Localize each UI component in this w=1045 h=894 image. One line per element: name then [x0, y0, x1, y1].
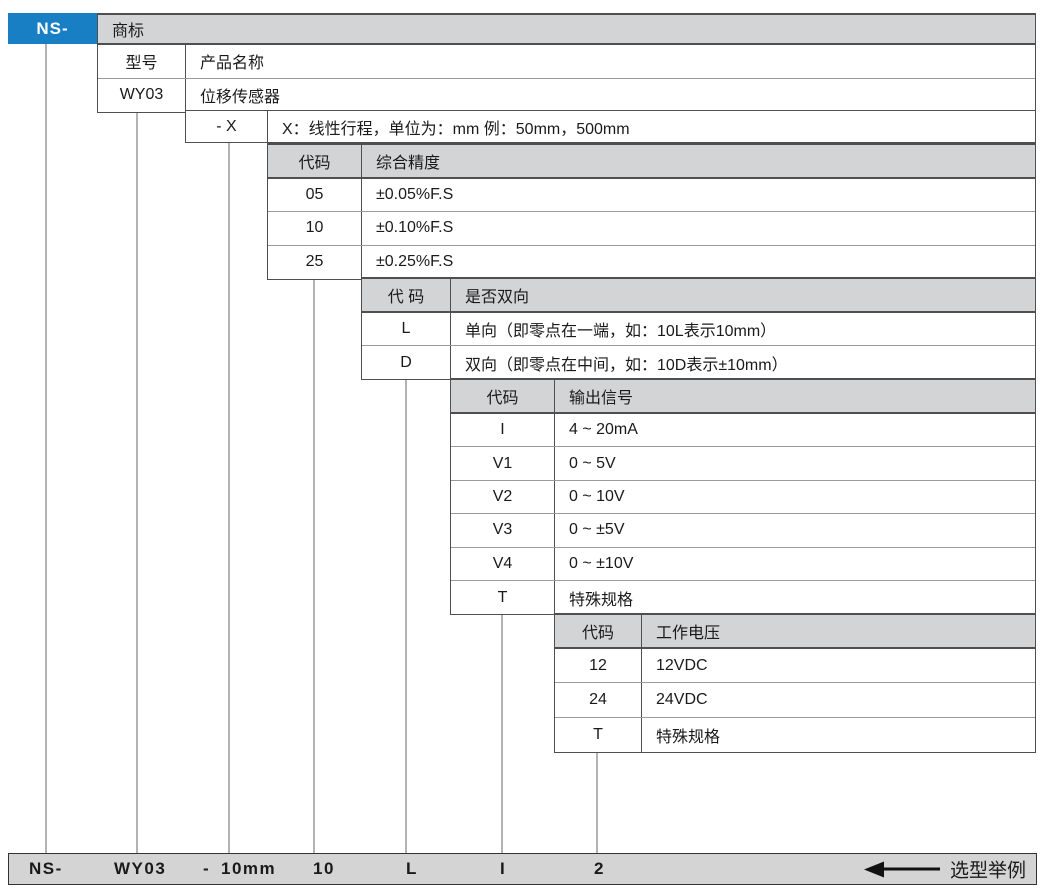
code-header: 代码 [268, 145, 362, 177]
connector-line-output [501, 612, 503, 853]
voltage-header: 工作电压 [642, 615, 1035, 647]
direction-header: 是否双向 [451, 279, 1035, 311]
table-row: WY03 位移传感器 [98, 79, 1035, 113]
accuracy-header: 综合精度 [362, 145, 1035, 177]
example-part-stroke: 10mm [221, 859, 276, 879]
code-cell: 12 [555, 649, 642, 682]
connector-line-model [136, 109, 138, 853]
example-part-direction: L [406, 859, 418, 879]
value-cell: ±0.10%F.S [362, 212, 1035, 244]
value-cell: 双向（即零点在中间，如：10D表示±10mm） [451, 346, 1035, 379]
code-cell: V2 [451, 481, 555, 513]
example-part-accuracy: 10 [313, 859, 335, 879]
value-cell: 特殊规格 [642, 718, 1035, 752]
code-cell: V4 [451, 548, 555, 580]
code-header: 代码 [555, 615, 642, 647]
example-part-model: WY03 [114, 859, 166, 879]
table-row: - X X：线性行程，单位为：mm 例：50mm，500mm [186, 111, 1035, 142]
value-cell: ±0.05%F.S [362, 179, 1035, 211]
value-cell: ±0.25%F.S [362, 246, 1035, 279]
product-name-cell: 位移传感器 [186, 79, 1035, 113]
table-row: 24 24VDC [555, 683, 1035, 717]
table-header-row: 代码 工作电压 [555, 615, 1035, 649]
connector-line-accuracy [313, 276, 315, 853]
output-header: 输出信号 [555, 380, 1035, 412]
table-row: D 双向（即零点在中间，如：10D表示±10mm） [362, 346, 1035, 379]
direction-table: 代 码 是否双向 L 单向（即零点在一端，如：10L表示10mm） D 双向（即… [361, 277, 1036, 380]
example-part-output: I [500, 859, 506, 879]
table-header-row: 代 码 是否双向 [362, 279, 1035, 313]
model-col-header: 型号 [98, 45, 186, 78]
name-col-header: 产品名称 [186, 45, 1035, 78]
code-cell: T [555, 718, 642, 752]
value-cell: 0 ~ 5V [555, 447, 1035, 479]
table-row: V1 0 ~ 5V [451, 447, 1035, 480]
table-row: 12 12VDC [555, 649, 1035, 683]
value-cell: 单向（即零点在一端，如：10L表示10mm） [451, 313, 1035, 345]
code-cell: I [451, 414, 555, 446]
value-cell: 4 ~ 20mA [555, 414, 1035, 446]
table-row: L 单向（即零点在一端，如：10L表示10mm） [362, 313, 1035, 346]
stroke-code-cell: - X [186, 111, 268, 142]
ordering-code-diagram: NS- 商标 型号 产品名称 WY03 位移传感器 - X X：线性行程，单位为… [0, 0, 1045, 894]
table-header-row: 代码 综合精度 [268, 145, 1035, 179]
connector-line-brand [45, 44, 47, 853]
example-part-prefix: NS- [29, 859, 63, 879]
code-header: 代 码 [362, 279, 451, 311]
brand-prefix-box: NS- [8, 13, 97, 44]
table-row: 型号 产品名称 [98, 45, 1035, 79]
connector-line-voltage [596, 750, 598, 853]
trademark-label: 商标 [112, 17, 144, 41]
code-cell: 24 [555, 683, 642, 716]
value-cell: 0 ~ ±10V [555, 548, 1035, 580]
table-row: 25 ±0.25%F.S [268, 246, 1035, 279]
connector-line-direction [405, 377, 407, 853]
stroke-desc-cell: X：线性行程，单位为：mm 例：50mm，500mm [268, 111, 1035, 142]
table-row: V2 0 ~ 10V [451, 481, 1035, 514]
table-row: V4 0 ~ ±10V [451, 548, 1035, 581]
trademark-cell: 商标 [97, 13, 1036, 44]
code-cell: D [362, 346, 451, 379]
value-cell: 0 ~ ±5V [555, 514, 1035, 546]
arrow-shaft [884, 868, 940, 871]
code-cell: 25 [268, 246, 362, 279]
code-cell: V3 [451, 514, 555, 546]
code-cell: 10 [268, 212, 362, 244]
code-header: 代码 [451, 380, 555, 412]
accuracy-table: 代码 综合精度 05 ±0.05%F.S 10 ±0.10%F.S 25 ±0.… [267, 143, 1036, 280]
connector-line-stroke [228, 142, 230, 853]
table-row: I 4 ~ 20mA [451, 414, 1035, 447]
table-row: 05 ±0.05%F.S [268, 179, 1035, 212]
voltage-table: 代码 工作电压 12 12VDC 24 24VDC T 特殊规格 [554, 613, 1036, 753]
model-code-cell: WY03 [98, 79, 186, 113]
selection-example-bar: NS- WY03 - 10mm 10 L I 2 选型举例 [8, 853, 1037, 885]
table-row: V3 0 ~ ±5V [451, 514, 1035, 547]
model-table: 型号 产品名称 WY03 位移传感器 [97, 43, 1036, 113]
output-signal-table: 代码 输出信号 I 4 ~ 20mA V1 0 ~ 5V V2 0 ~ 10V … [450, 378, 1036, 615]
code-cell: 05 [268, 179, 362, 211]
stroke-table: - X X：线性行程，单位为：mm 例：50mm，500mm [185, 110, 1036, 143]
value-cell: 24VDC [642, 683, 1035, 716]
left-arrow-icon [864, 861, 884, 877]
table-header-row: 代码 输出信号 [451, 380, 1035, 414]
example-label: 选型举例 [950, 856, 1026, 883]
example-pointer: 选型举例 [864, 856, 1026, 883]
table-row: T 特殊规格 [555, 718, 1035, 752]
example-part-voltage: 2 [594, 859, 605, 879]
code-cell: T [451, 581, 555, 614]
value-cell: 0 ~ 10V [555, 481, 1035, 513]
table-row: 10 ±0.10%F.S [268, 212, 1035, 245]
brand-prefix: NS- [36, 19, 68, 39]
value-cell: 12VDC [642, 649, 1035, 682]
table-row: T 特殊规格 [451, 581, 1035, 614]
example-part-dash: - [203, 859, 210, 879]
value-cell: 特殊规格 [555, 581, 1035, 614]
code-cell: L [362, 313, 451, 345]
code-cell: V1 [451, 447, 555, 479]
